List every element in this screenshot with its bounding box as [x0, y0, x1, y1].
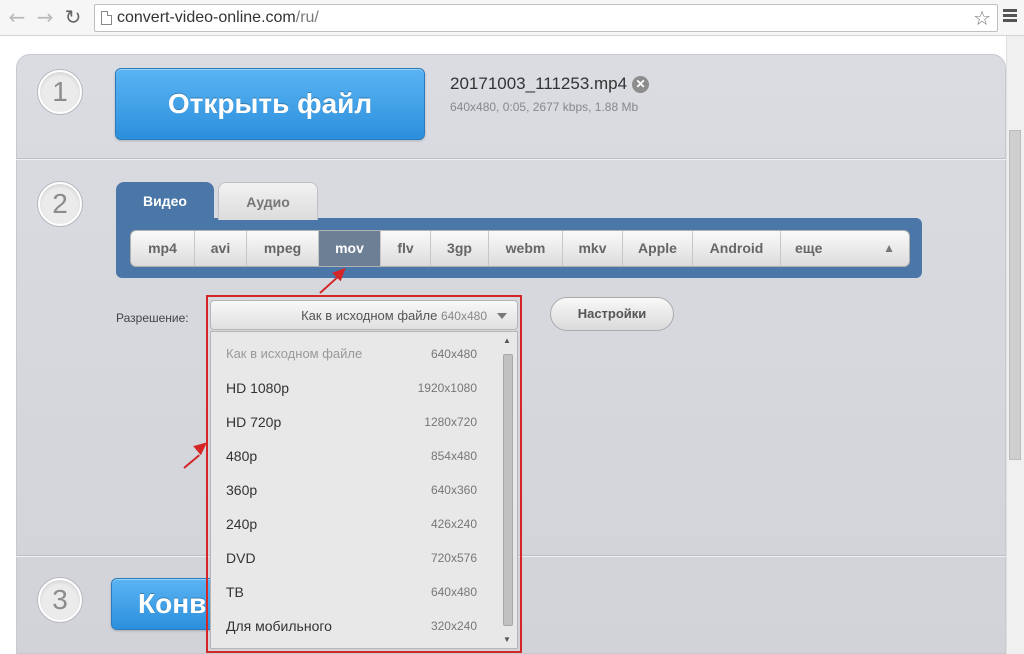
url-text: convert-video-online.com/ru/: [117, 9, 319, 26]
format-apple[interactable]: Apple: [623, 231, 693, 266]
up-down-arrows-icon: ▲: [883, 241, 895, 255]
resolution-option[interactable]: ТВ 640x480: [211, 575, 501, 609]
format-flv[interactable]: flv: [381, 231, 431, 266]
back-arrow-icon[interactable]: ←: [6, 6, 28, 28]
open-file-button[interactable]: Открыть файл: [115, 68, 425, 140]
page-scrollbar-thumb[interactable]: [1009, 130, 1021, 460]
format-mp4[interactable]: mp4: [131, 231, 195, 266]
page-scrollbar[interactable]: [1006, 36, 1024, 654]
file-meta: 640x480, 0:05, 2677 kbps, 1.88 Mb: [450, 100, 639, 114]
step-3-badge: 3: [38, 578, 82, 622]
resolution-dropdown: Как в исходном файле 640x480 HD 1080p 1920…: [210, 331, 518, 649]
tab-video[interactable]: Видео: [116, 182, 214, 220]
resolution-option[interactable]: Для мобильного 320x240: [211, 609, 501, 643]
address-bar[interactable]: convert-video-online.com/ru/ ☆: [94, 4, 998, 32]
chevron-down-icon: [497, 313, 507, 319]
tab-audio[interactable]: Аудио: [218, 182, 318, 220]
resolution-option[interactable]: HD 1080p 1920x1080: [211, 371, 501, 405]
step-2-badge: 2: [38, 182, 82, 226]
format-3gp[interactable]: 3gp: [431, 231, 489, 266]
page-icon: [101, 11, 112, 25]
resolution-option[interactable]: 240p 426x240: [211, 507, 501, 541]
resolution-option[interactable]: DVD 720x576: [211, 541, 501, 575]
resolution-select[interactable]: Как в исходном файле 640x480: [210, 300, 518, 330]
dropdown-scrollbar[interactable]: ▲ ▼: [501, 334, 515, 646]
file-name: 20171003_111253.mp4: [450, 74, 628, 93]
browser-toolbar: ← → ↻ convert-video-online.com/ru/ ☆: [0, 0, 1024, 36]
resolution-option[interactable]: HD 720p 1280x720: [211, 405, 501, 439]
resolution-option[interactable]: 360p 640x360: [211, 473, 501, 507]
format-list: mp4 avi mpeg mov flv 3gp webm mkv Apple …: [130, 230, 910, 267]
resolution-option[interactable]: Как в исходном файле 640x480: [211, 337, 501, 371]
format-more[interactable]: еще ▲: [781, 231, 909, 266]
scroll-up-icon[interactable]: ▲: [503, 336, 511, 345]
resolution-option[interactable]: 480p 854x480: [211, 439, 501, 473]
remove-file-icon[interactable]: ✕: [632, 76, 649, 93]
section-divider: [16, 158, 1006, 160]
format-android[interactable]: Android: [693, 231, 781, 266]
format-avi[interactable]: avi: [195, 231, 247, 266]
format-mpeg[interactable]: mpeg: [247, 231, 319, 266]
browser-menu-icon[interactable]: [1003, 9, 1017, 23]
format-webm[interactable]: webm: [489, 231, 563, 266]
bookmark-star-icon[interactable]: ☆: [973, 6, 991, 30]
forward-arrow-icon[interactable]: →: [34, 6, 56, 28]
resolution-label: Разрешение:: [116, 311, 189, 325]
settings-button[interactable]: Настройки: [550, 297, 674, 331]
step-1-badge: 1: [38, 70, 82, 114]
scroll-down-icon[interactable]: ▼: [503, 635, 511, 644]
reload-icon[interactable]: ↻: [62, 6, 84, 28]
scrollbar-thumb[interactable]: [503, 354, 513, 626]
format-mov[interactable]: mov: [319, 231, 381, 266]
format-mkv[interactable]: mkv: [563, 231, 623, 266]
